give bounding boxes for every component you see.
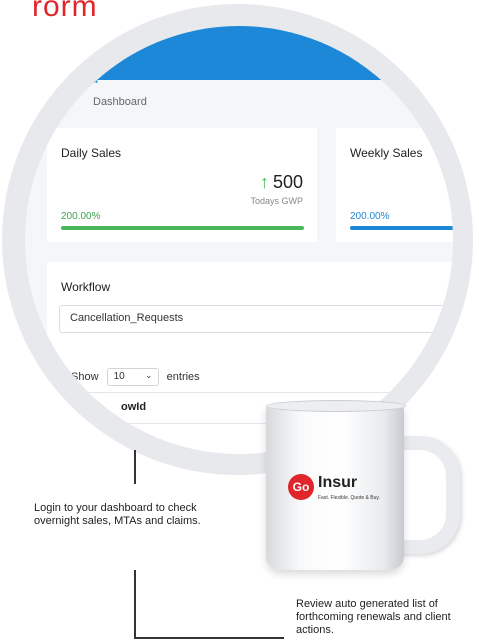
dashboard-viewport: .d Dashboard Daily Sales ↑ 500 Todays GWP…	[25, 26, 453, 454]
branded-mug-image: Go Insur Fast. Flexible. Quote & Buy.	[258, 400, 468, 574]
entries-label: entries	[166, 370, 200, 383]
goinsur-logo-tagline: Fast. Flexible. Quote & Buy.	[318, 495, 380, 501]
connector-line-top	[134, 450, 136, 484]
mug-body: Go Insur Fast. Flexible. Quote & Buy.	[266, 404, 404, 570]
arrow-up-icon: ↑	[259, 172, 269, 192]
daily-sales-progress-bar	[61, 226, 304, 230]
daily-sales-label: Daily Sales	[61, 146, 122, 160]
entries-control: Show 10 ⌄ entries	[71, 368, 200, 386]
weekly-sales-percent: 200.00%	[350, 211, 390, 222]
goinsur-logo-word: Insur	[318, 474, 358, 491]
daily-sales-percent: 200.00%	[61, 211, 101, 222]
mug-rim	[266, 400, 406, 412]
connector-line-horizontal	[134, 637, 284, 639]
show-label: Show	[71, 370, 99, 383]
goinsur-logo-badge: Go	[288, 474, 314, 500]
workflow-label: Workflow	[61, 280, 111, 294]
workflow-selected-value: Cancellation_Requests	[70, 312, 184, 324]
page-title: .d	[85, 70, 99, 87]
workflow-select[interactable]: Cancellation_Requests	[59, 305, 453, 333]
daily-sales-card: Daily Sales ↑ 500 Todays GWP 200.00%	[47, 128, 317, 242]
entries-select[interactable]: 10 ⌄	[106, 368, 159, 386]
daily-sales-number: 500	[272, 172, 303, 192]
weekly-sales-label: Weekly Sales	[350, 146, 423, 160]
table-header-column[interactable]: owId	[121, 401, 146, 413]
connector-line-bottom	[134, 570, 136, 638]
daily-sales-subtitle: Todays GWP	[250, 196, 303, 206]
entries-value: 10	[113, 371, 125, 382]
weekly-sales-progress-bar	[350, 226, 453, 230]
header-fragment-text: rorm	[32, 0, 98, 23]
caption-renewals: Review auto generated list of forthcomin…	[296, 598, 451, 636]
daily-sales-value: ↑ 500	[260, 172, 303, 193]
chevron-down-icon: ⌄	[145, 370, 153, 380]
caption-dashboard: Login to your dashboard to check overnig…	[34, 502, 201, 527]
weekly-sales-card: Weekly Sales 200.00%	[336, 128, 453, 242]
breadcrumb[interactable]: Dashboard	[93, 96, 147, 108]
